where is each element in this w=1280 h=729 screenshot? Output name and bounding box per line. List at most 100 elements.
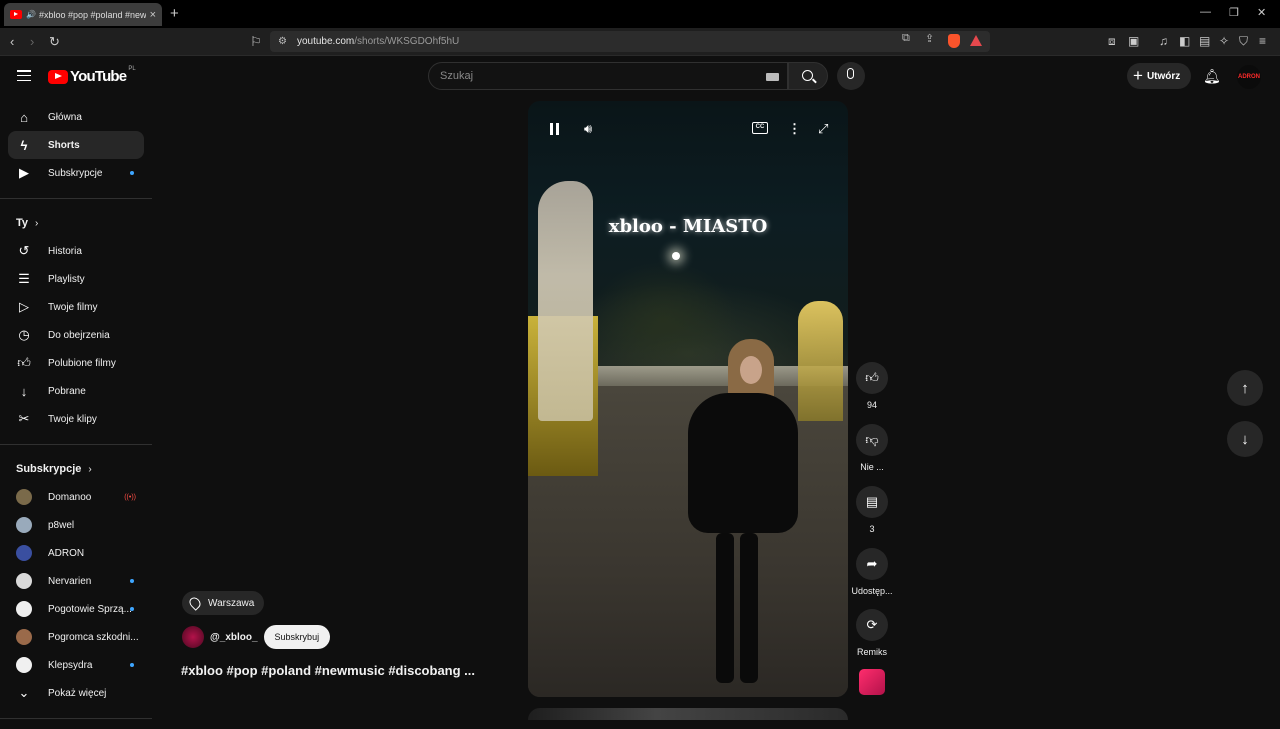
video-scene-trees <box>588 261 738 381</box>
search-input[interactable]: Szukaj <box>428 62 788 90</box>
channel-name[interactable]: @_xbloo_ <box>210 632 258 643</box>
open-external-icon[interactable]: ⧉ <box>902 32 910 45</box>
extensions-icon[interactable]: ⧈ <box>1108 34 1116 49</box>
wallet-icon[interactable]: ▤ <box>1199 34 1210 48</box>
bookmark-icon[interactable]: ⚐ <box>250 34 262 50</box>
voice-search-button[interactable] <box>837 62 865 90</box>
location-chip[interactable]: Warszawa <box>182 591 265 615</box>
subscriptions-icon: ▶ <box>19 165 29 180</box>
comments-action[interactable]: ▤ 3 <box>848 486 896 534</box>
video-scene-lantern <box>798 301 843 421</box>
sidebar-channel-klepsydra[interactable]: Klepsydra <box>8 651 144 679</box>
fullscreen-icon[interactable]: ⤢ <box>818 121 828 137</box>
sidebar-item-clips[interactable]: ✂ Twoje klipy <box>8 405 144 433</box>
short-description[interactable]: #xbloo #pop #poland #newmusic #discobang… <box>181 663 475 678</box>
site-settings-icon[interactable]: ⚙ <box>278 36 287 47</box>
reload-icon[interactable]: ↻ <box>49 34 60 50</box>
back-icon[interactable]: ‹ <box>10 34 14 49</box>
sidebar-subscriptions-heading[interactable]: Subskrypcje › <box>0 455 154 483</box>
notifications-bell-icon[interactable]: 🔔︎ <box>1203 68 1221 85</box>
sidebar-item-your-videos[interactable]: ▷ Twoje filmy <box>8 293 144 321</box>
tab-search-icon[interactable]: ▣ <box>1128 34 1139 48</box>
video-scene-person-leg <box>740 533 758 683</box>
sound-thumbnail[interactable] <box>859 669 885 695</box>
sidebar-you-heading[interactable]: Ty › <box>0 209 154 237</box>
sidebar-channel-nervarien[interactable]: Nervarien <box>8 567 144 595</box>
share-icon[interactable]: ➦ <box>856 548 888 580</box>
create-label: Utwórz <box>1146 70 1181 82</box>
captions-icon[interactable]: CC <box>752 122 768 134</box>
like-icon[interactable]: 👍︎ <box>856 362 888 394</box>
sidebar-item-label: Twoje filmy <box>48 301 98 313</box>
sidebar-channel-pogromca[interactable]: Pogromca szkodni... <box>8 623 144 651</box>
pause-icon[interactable] <box>550 123 559 135</box>
sidebar-item-playlists[interactable]: ☰ Playlisty <box>8 265 144 293</box>
playlists-icon: ☰ <box>18 271 30 286</box>
dislike-label: Nie ... <box>860 462 884 472</box>
forward-icon[interactable]: › <box>30 34 34 49</box>
sidebar-item-history[interactable]: ↺ Historia <box>8 237 144 265</box>
search-button[interactable] <box>788 62 828 90</box>
channel-avatar <box>16 601 32 617</box>
leo-ai-icon[interactable]: ✧ <box>1219 34 1229 48</box>
sidebar-item-label: Subskrypcje <box>48 167 103 179</box>
like-action[interactable]: 👍︎ 94 <box>848 362 896 410</box>
keyboard-icon[interactable] <box>766 73 779 81</box>
create-button[interactable]: + Utwórz <box>1127 63 1191 89</box>
sidebar-icon[interactable]: ◧ <box>1179 34 1190 48</box>
vpn-icon[interactable]: ⛉ <box>1239 34 1248 49</box>
dislike-icon[interactable]: 👎︎ <box>856 424 888 456</box>
sidebar-item-watch-later[interactable]: ◷ Do obejrzenia <box>8 321 144 349</box>
sidebar-item-label: Pogotowie Sprzą... <box>48 603 132 615</box>
sidebar-item-liked[interactable]: 👍︎ Polubione filmy <box>8 349 144 377</box>
sidebar-item-downloads[interactable]: ↓ Pobrane <box>8 377 144 405</box>
close-window-icon[interactable]: ✕ <box>1257 6 1266 19</box>
sidebar-channel-adron[interactable]: ADRON <box>8 539 144 567</box>
volume-icon[interactable]: 🔊︎ <box>584 121 592 137</box>
dislike-action[interactable]: 👎︎ Nie ... <box>848 424 896 472</box>
chevron-right-icon: › <box>35 217 39 229</box>
live-indicator-icon: ((•)) <box>124 494 136 501</box>
share-page-icon[interactable]: ⇪ <box>925 32 934 45</box>
sidebar-channel-pogotowie[interactable]: Pogotowie Sprzą... <box>8 595 144 623</box>
sidebar-channel-p8wel[interactable]: p8wel <box>8 511 144 539</box>
channel-avatar[interactable] <box>182 626 204 648</box>
subscribe-button[interactable]: Subskrybuj <box>263 625 331 649</box>
brave-rewards-icon[interactable] <box>970 35 982 46</box>
sidebar-item-subscriptions[interactable]: ▶ Subskrypcje <box>8 159 144 187</box>
minimize-icon[interactable]: — <box>1200 6 1211 18</box>
sidebar-item-label: Polubione filmy <box>48 357 116 369</box>
next-short-button[interactable]: ↓ <box>1227 421 1263 457</box>
previous-short-button[interactable]: ↑ <box>1227 370 1263 406</box>
home-icon: ⌂ <box>20 109 28 125</box>
sidebar-show-more[interactable]: ⌄ Pokaż więcej <box>8 679 144 707</box>
remix-label: Remiks <box>856 647 887 657</box>
comment-icon[interactable]: ▤ <box>856 486 888 518</box>
youtube-logo[interactable]: YouTube PL <box>48 66 136 85</box>
short-video-player[interactable]: xbloo - MIASTO 🔊︎ CC ⋮ ⤢ <box>528 101 848 697</box>
sidebar-item-label: ADRON <box>48 547 85 559</box>
url-field[interactable]: ⚙ youtube.com/shorts/WKSGDOhf5hU <box>270 31 990 52</box>
media-icon[interactable]: ♫ <box>1159 34 1168 48</box>
video-overlay-title: xbloo - MIASTO <box>608 216 768 237</box>
restore-icon[interactable]: ❐ <box>1229 6 1239 19</box>
share-action[interactable]: ➦ Udostęp... <box>848 548 896 596</box>
remix-icon[interactable]: ⟳ <box>856 609 888 641</box>
sidebar-item-home[interactable]: ⌂ Główna <box>8 103 144 131</box>
account-avatar[interactable]: ADRON <box>1237 65 1261 89</box>
sidebar-channel-domanoo[interactable]: Domanoo ((•)) <box>8 483 144 511</box>
more-options-icon[interactable]: ⋮ <box>788 121 801 137</box>
remix-action[interactable]: ⟳ Remiks <box>848 609 896 657</box>
brave-shields-icon[interactable] <box>948 34 960 48</box>
close-tab-icon[interactable]: × <box>150 9 156 21</box>
guide-menu-icon[interactable] <box>17 70 31 82</box>
channel-avatar <box>16 629 32 645</box>
browser-tab[interactable]: 🔊 #xbloo #pop #poland #newm × <box>4 3 162 26</box>
browser-address-bar: ‹ › ↻ ⚐ ⚙ youtube.com/shorts/WKSGDOhf5hU… <box>0 28 1280 56</box>
next-short-preview[interactable] <box>528 708 848 720</box>
sidebar-item-shorts[interactable]: ϟ Shorts <box>8 131 144 159</box>
watch-later-icon: ◷ <box>18 327 30 342</box>
new-tab-icon[interactable]: + <box>170 5 179 22</box>
sidebar-item-label: Pokaż więcej <box>48 687 107 699</box>
menu-icon[interactable]: ≡ <box>1259 34 1266 48</box>
